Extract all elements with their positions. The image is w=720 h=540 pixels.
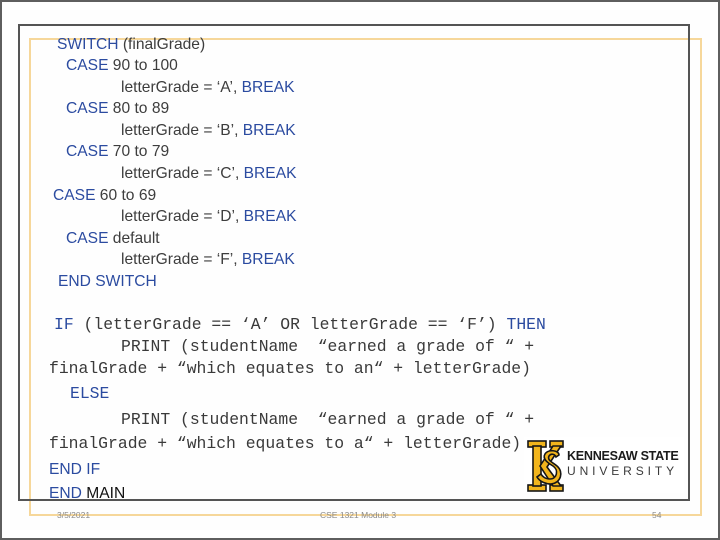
code-line-assign-f: letterGrade = ‘F’, BREAK — [121, 251, 295, 269]
code-text: 60 to 69 — [95, 187, 157, 204]
keyword: CASE — [66, 143, 109, 160]
code-line-print-2-cont: finalGrade + “which equates to a“ + lett… — [49, 434, 521, 454]
footer-page-number: 54 — [652, 510, 662, 520]
keyword: THEN — [506, 315, 546, 334]
code-line-case-default: CASE default — [66, 230, 160, 248]
code-line-print-1: PRINT (studentName “earned a grade of “ … — [121, 337, 534, 357]
code-text: letterGrade = ‘F’, — [121, 251, 242, 268]
keyword: IF — [54, 315, 74, 334]
code-line-switch: SWITCH (finalGrade) — [57, 36, 205, 54]
code-text: letterGrade = ‘C’, — [121, 165, 244, 182]
keyword: CASE — [53, 187, 96, 204]
code-text: 70 to 79 — [108, 143, 170, 160]
keyword: BREAK — [241, 251, 295, 268]
code-text: letterGrade = ‘A’, — [121, 79, 242, 96]
code-text: (letterGrade == ‘A’ OR letterGrade == ‘F… — [73, 315, 507, 334]
code-text: (finalGrade) — [118, 36, 206, 53]
code-line-assign-a: letterGrade = ‘A’, BREAK — [121, 79, 295, 97]
keyword: CASE — [66, 57, 109, 74]
code-text: 80 to 89 — [108, 100, 170, 117]
logo-wordmark-line2: UNIVERSITY — [567, 464, 679, 478]
logo-wordmark-line1: KENNESAW STATE — [567, 449, 679, 463]
code-line-else: ELSE — [70, 384, 109, 404]
code-line-assign-b: letterGrade = ‘B’, BREAK — [121, 122, 296, 140]
footer-course: CSE 1321 Module 3 — [320, 510, 397, 520]
code-line-case-70: CASE 70 to 79 — [66, 143, 169, 161]
university-logo: KENNESAW STATE UNIVERSITY — [524, 437, 684, 493]
keyword: CASE — [66, 100, 109, 117]
code-text: PRINT (studentName “earned a grade of “ … — [121, 410, 535, 429]
code-line-if: IF (letterGrade == ‘A’ OR letterGrade ==… — [54, 315, 546, 335]
keyword: CASE — [66, 230, 109, 247]
code-line-case-80: CASE 80 to 89 — [66, 100, 169, 118]
keyword: BREAK — [242, 122, 296, 139]
code-line-assign-c: letterGrade = ‘C’, BREAK — [121, 165, 297, 183]
ks-monogram-icon — [527, 440, 564, 492]
code-line-assign-d: letterGrade = ‘D’, BREAK — [121, 208, 297, 226]
code-line-print-2: PRINT (studentName “earned a grade of “ … — [121, 410, 534, 430]
footer-date: 3/5/2021 — [57, 510, 91, 520]
keyword: BREAK — [243, 165, 297, 182]
keyword: ELSE — [70, 384, 110, 403]
code-text: PRINT (studentName “earned a grade of “ … — [121, 337, 535, 356]
code-text: default — [108, 230, 160, 247]
code-line-end-switch: END SWITCH — [58, 273, 157, 291]
keyword: END — [49, 485, 82, 502]
code-text: letterGrade = ‘B’, — [121, 122, 243, 139]
code-line-print-1-cont: finalGrade + “which equates to an“ + let… — [49, 359, 531, 379]
code-text: finalGrade + “which equates to an“ + let… — [49, 359, 531, 378]
keyword: END IF — [49, 461, 101, 478]
keyword: BREAK — [243, 208, 297, 225]
code-line-case-60: CASE 60 to 69 — [53, 187, 156, 205]
keyword: SWITCH — [57, 36, 119, 53]
code-text: finalGrade + “which equates to a“ + lett… — [49, 434, 522, 453]
code-text: 90 to 100 — [108, 57, 178, 74]
code-text: letterGrade = ‘D’, — [121, 208, 244, 225]
code-line-end-main: END MAIN — [49, 485, 125, 503]
code-line-end-if: END IF — [49, 461, 100, 479]
keyword: BREAK — [241, 79, 295, 96]
code-text: MAIN — [81, 485, 126, 502]
keyword: END SWITCH — [58, 273, 157, 290]
code-line-case-90: CASE 90 to 100 — [66, 57, 178, 75]
